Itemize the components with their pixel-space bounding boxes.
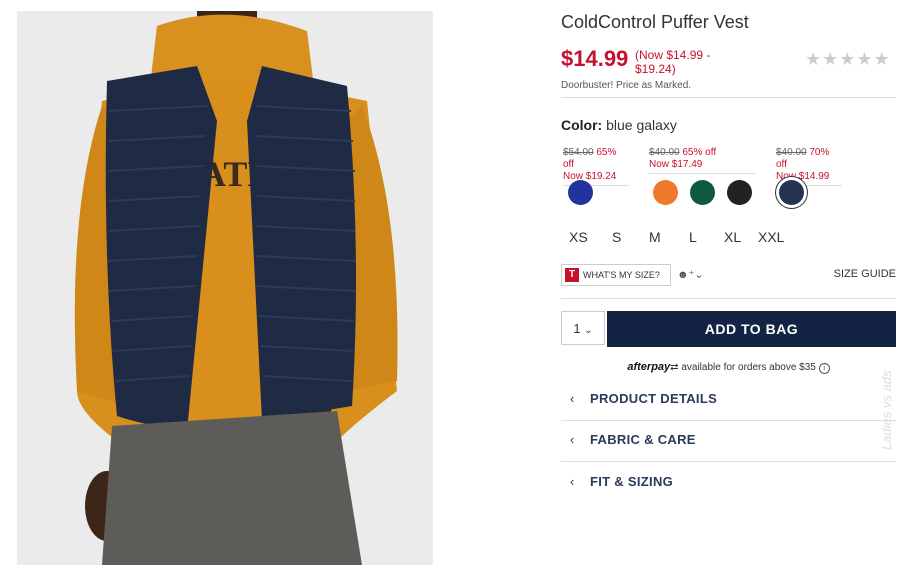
divider [561,298,896,299]
color-value: blue galaxy [606,117,677,133]
now-price: Now $19.24 [563,171,617,182]
swatch-black[interactable] [727,180,752,205]
size-xxl[interactable]: XXL [758,229,784,245]
accordion-label: PRODUCT DETAILS [590,391,718,406]
original-price: $40.00 [649,147,680,158]
divider [561,420,896,421]
size-xl[interactable]: XL [724,229,741,245]
size-s[interactable]: S [612,229,621,245]
color-label: Color: [561,117,603,133]
afterpay-logo: afterpay [627,361,671,373]
chevron-left-icon: ‹ [570,432,575,447]
swatch-orange[interactable] [653,180,678,205]
whats-my-size-button[interactable]: T WHAT'S MY SIZE? [561,264,671,286]
accordion-fit-sizing[interactable]: ‹ FIT & SIZING [561,474,896,489]
product-title: ColdControl Puffer Vest [561,12,749,32]
info-icon[interactable]: i [818,363,830,374]
size-guide-link[interactable]: SIZE GUIDE [834,268,896,280]
swatch-blue[interactable] [568,180,593,205]
rating-stars-icon[interactable]: ★★★★★ [805,49,891,70]
size-l[interactable]: L [689,229,697,245]
discount: 65% off [682,147,717,158]
accordion-label: FIT & SIZING [590,474,674,489]
original-price: $54.00 [563,147,594,158]
size-m[interactable]: M [649,229,661,245]
true-fit-icon: T [565,268,579,282]
product-image[interactable]: ATHL [17,11,433,565]
accordion-fabric-care[interactable]: ‹ FABRIC & CARE [561,432,896,447]
product-image-illustration: ATHL [17,11,433,565]
swatch-green[interactable] [690,180,715,205]
chevron-left-icon: ‹ [570,474,575,489]
size-xs[interactable]: XS [569,229,588,245]
afterpay-note: afterpay⇄ available for orders above $35… [561,361,896,374]
accordion-product-details[interactable]: ‹ PRODUCT DETAILS [561,391,896,406]
quantity-value: 1 [573,321,581,336]
sale-price: $14.99 [561,46,629,71]
swatch-blue-galaxy[interactable] [779,180,804,205]
afterpay-icon: ⇄ [670,362,679,373]
afterpay-text: available for orders above $35 [681,362,816,373]
whats-my-size-label: WHAT'S MY SIZE? [583,270,660,280]
chevron-down-icon: ⌄ [584,325,593,336]
quantity-select[interactable]: 1 ⌄ [561,311,605,345]
price-range: (Now $14.99 - $19.24) [635,48,711,76]
accordion-label: FABRIC & CARE [590,432,696,447]
sale-group-1: $54.00 65% off Now $19.24 [563,147,629,186]
now-price: Now $17.49 [649,159,703,170]
add-to-bag-button[interactable]: ADD TO BAG [607,311,896,347]
divider [561,461,896,462]
color-selection-label: Color: blue galaxy [561,117,677,133]
sale-group-2: $40.00 65% off Now $17.49 [649,147,756,174]
chevron-left-icon: ‹ [570,391,575,406]
divider [561,97,896,98]
product-info-panel: ColdControl Puffer Vest $14.99 (Now $14.… [561,0,896,577]
promo-text: Doorbuster! Price as Marked. [561,80,692,91]
now-price: Now $14.99 [776,171,830,182]
watermark: Ladies vs ads [879,370,894,451]
original-price: $40.00 [776,147,807,158]
people-icon[interactable]: ☻⁺⌄ [677,268,704,281]
